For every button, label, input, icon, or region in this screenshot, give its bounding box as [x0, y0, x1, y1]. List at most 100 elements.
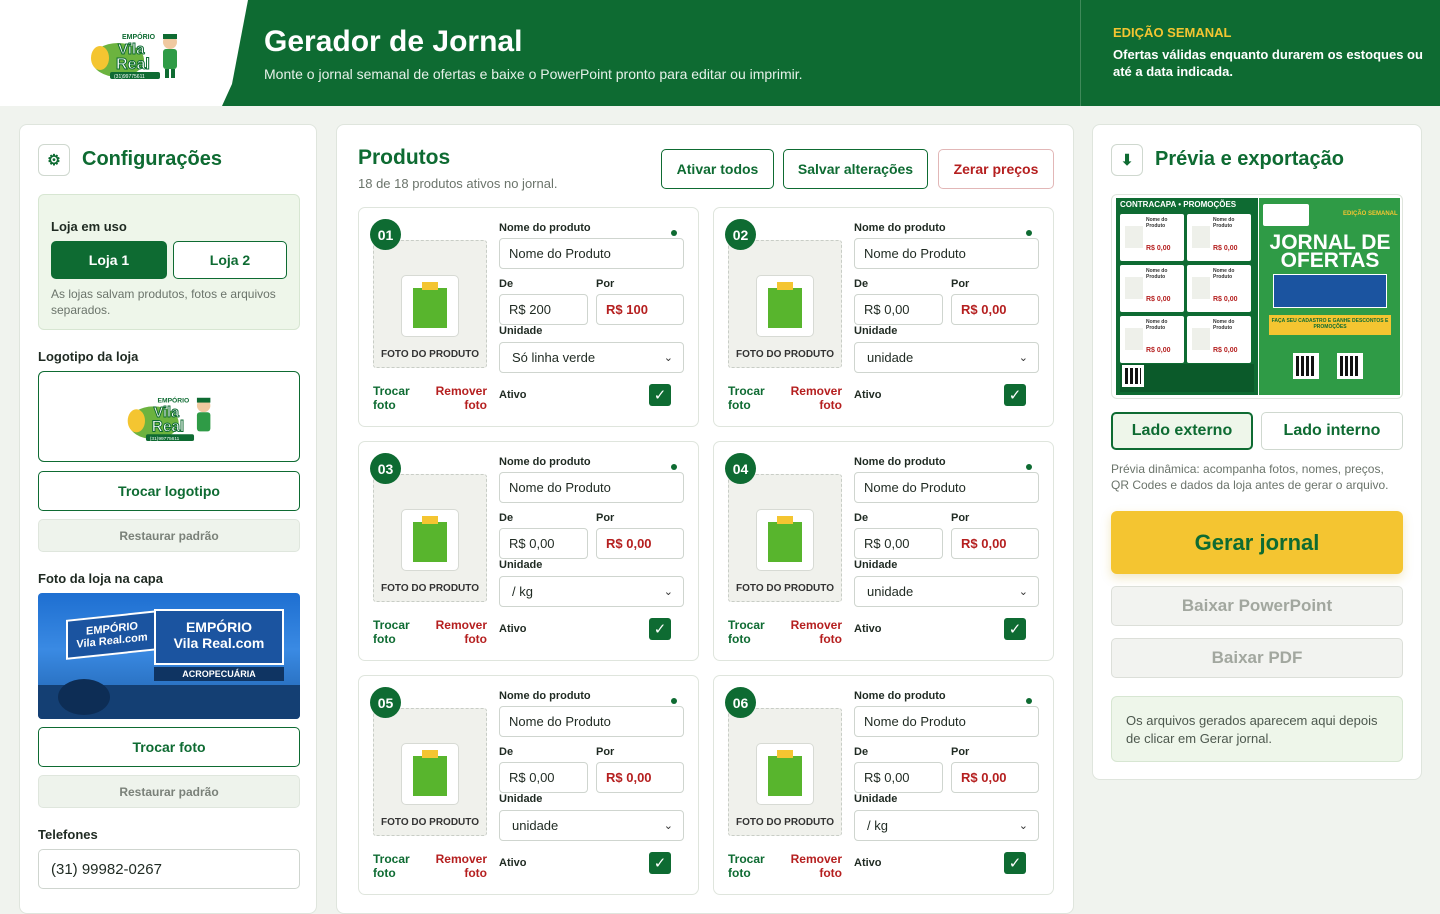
products-panel: Produtos 18 de 18 produtos ativos no jor… — [336, 124, 1074, 914]
store-2-button[interactable]: Loja 2 — [173, 241, 287, 279]
page-subtitle: Monte o jornal semanal de ofertas e baix… — [264, 66, 803, 82]
remove-product-photo-link[interactable]: Remover foto — [782, 852, 842, 880]
unit-select[interactable]: unidade ⌄ — [499, 810, 684, 841]
download-ppt-button[interactable]: Baixar PowerPoint — [1111, 586, 1403, 626]
product-image-icon — [756, 743, 814, 805]
product-image-icon — [756, 509, 814, 571]
product-image-icon — [401, 275, 459, 337]
page-title: Gerador de Jornal — [264, 25, 523, 58]
active-label: Ativo — [854, 389, 882, 401]
status-dot — [1026, 230, 1032, 236]
unit-select[interactable]: Só linha verde ⌄ — [499, 342, 684, 373]
swap-product-photo-link[interactable]: Trocar foto — [373, 384, 433, 412]
generate-button[interactable]: Gerar jornal — [1111, 511, 1403, 574]
active-checkbox[interactable]: ✓ — [649, 618, 671, 640]
active-checkbox[interactable]: ✓ — [649, 852, 671, 874]
product-photo[interactable]: FOTO DO PRODUTO — [373, 708, 487, 836]
unit-label: Unidade — [499, 559, 543, 571]
chevron-down-icon: ⌄ — [1018, 586, 1028, 598]
save-changes-button[interactable]: Salvar alterações — [783, 149, 928, 189]
unit-select[interactable]: / kg ⌄ — [854, 810, 1039, 841]
preview-panel: ⬇ Prévia e exportação CONTRACAPA • PROMO… — [1092, 124, 1422, 780]
unit-select-value: / kg — [512, 584, 533, 599]
swap-product-photo-link[interactable]: Trocar foto — [728, 852, 788, 880]
product-number: 04 — [725, 453, 756, 484]
unit-select[interactable]: unidade ⌄ — [854, 342, 1039, 373]
to-price-label: Por — [596, 278, 615, 290]
product-name-input[interactable]: Nome do Produto — [499, 472, 684, 503]
chevron-down-icon: ⌄ — [663, 586, 673, 598]
remove-product-photo-link[interactable]: Remover foto — [782, 618, 842, 646]
to-price-input[interactable]: R$ 0,00 — [951, 528, 1039, 559]
product-photo[interactable]: FOTO DO PRODUTO — [728, 474, 842, 602]
store-1-button[interactable]: Loja 1 — [51, 241, 167, 279]
product-photo[interactable]: FOTO DO PRODUTO — [373, 240, 487, 368]
to-price-input[interactable]: R$ 0,00 — [596, 528, 684, 559]
active-checkbox[interactable]: ✓ — [1004, 618, 1026, 640]
svg-text:(31)99775611: (31)99775611 — [114, 74, 145, 80]
inner-side-toggle[interactable]: Lado interno — [1261, 412, 1403, 450]
swap-logo-button[interactable]: Trocar logotipo — [38, 471, 300, 511]
swap-product-photo-link[interactable]: Trocar foto — [373, 852, 433, 880]
product-name-input[interactable]: Nome do Produto — [854, 472, 1039, 503]
swap-product-photo-link[interactable]: Trocar foto — [728, 384, 788, 412]
to-price-input[interactable]: R$ 0,00 — [951, 294, 1039, 325]
active-checkbox[interactable]: ✓ — [1004, 852, 1026, 874]
restore-photo-button[interactable]: Restaurar padrão — [38, 775, 300, 808]
from-price-input[interactable]: R$ 0,00 — [854, 762, 943, 793]
to-price-input[interactable]: R$ 0,00 — [596, 762, 684, 793]
header-divider — [1080, 0, 1081, 106]
products-title: Produtos — [358, 146, 451, 169]
outer-side-toggle[interactable]: Lado externo — [1111, 412, 1253, 450]
activate-all-button[interactable]: Ativar todos — [661, 149, 774, 189]
from-price-label: De — [499, 746, 514, 758]
product-name-input[interactable]: Nome do Produto — [854, 238, 1039, 269]
reset-prices-button[interactable]: Zerar preços — [938, 149, 1054, 189]
from-price-input[interactable]: R$ 0,00 — [499, 762, 588, 793]
unit-select-value: unidade — [867, 584, 914, 599]
product-image-icon — [401, 509, 459, 571]
unit-select[interactable]: unidade ⌄ — [854, 576, 1039, 607]
product-photo[interactable]: FOTO DO PRODUTO — [728, 240, 842, 368]
name-label: Nome do produto — [854, 456, 946, 468]
preview-back-cover: CONTRACAPA • PROMOÇÕES Nome do Produto R$… — [1116, 198, 1258, 395]
phone-input[interactable]: (31) 99982-0267 — [38, 849, 300, 889]
active-label: Ativo — [854, 623, 882, 635]
from-price-input[interactable]: R$ 0,00 — [499, 528, 588, 559]
active-label: Ativo — [499, 857, 527, 869]
active-checkbox[interactable]: ✓ — [1004, 384, 1026, 406]
name-label: Nome do produto — [499, 456, 591, 468]
swap-photo-button[interactable]: Trocar foto — [38, 727, 300, 767]
name-label: Nome do produto — [854, 690, 946, 702]
from-price-input[interactable]: R$ 0,00 — [854, 528, 943, 559]
photo-placeholder-label: FOTO DO PRODUTO — [736, 817, 834, 828]
to-price-input[interactable]: R$ 100 — [596, 294, 684, 325]
logo-preview: EMPÓRIO Vila Real (31)99775611 — [38, 371, 300, 462]
unit-select[interactable]: / kg ⌄ — [499, 576, 684, 607]
product-card: FOTO DO PRODUTO 05 Trocar foto Remover foto… — [358, 675, 699, 895]
to-price-input[interactable]: R$ 0,00 — [951, 762, 1039, 793]
swap-product-photo-link[interactable]: Trocar foto — [373, 618, 433, 646]
product-photo[interactable]: FOTO DO PRODUTO — [373, 474, 487, 602]
from-price-input[interactable]: R$ 0,00 — [854, 294, 943, 325]
active-checkbox[interactable]: ✓ — [649, 384, 671, 406]
remove-product-photo-link[interactable]: Remover foto — [427, 618, 487, 646]
remove-product-photo-link[interactable]: Remover foto — [427, 852, 487, 880]
chevron-down-icon: ⌄ — [663, 820, 673, 832]
product-name-input[interactable]: Nome do Produto — [499, 706, 684, 737]
to-price-label: Por — [951, 512, 970, 524]
product-card: FOTO DO PRODUTO 01 Trocar foto Remover foto… — [358, 207, 699, 427]
swap-product-photo-link[interactable]: Trocar foto — [728, 618, 788, 646]
restore-logo-button[interactable]: Restaurar padrão — [38, 519, 300, 552]
product-name-input[interactable]: Nome do Produto — [499, 238, 684, 269]
product-name-input[interactable]: Nome do Produto — [854, 706, 1039, 737]
remove-product-photo-link[interactable]: Remover foto — [782, 384, 842, 412]
remove-product-photo-link[interactable]: Remover foto — [427, 384, 487, 412]
from-price-input[interactable]: R$ 200 — [499, 294, 588, 325]
unit-select-value: unidade — [512, 818, 559, 833]
from-price-label: De — [854, 278, 869, 290]
download-pdf-button[interactable]: Baixar PDF — [1111, 638, 1403, 678]
logo-area: EMPÓRIO Vila Real (31)99775611 — [0, 0, 248, 106]
product-photo[interactable]: FOTO DO PRODUTO — [728, 708, 842, 836]
generated-files-box: Os arquivos gerados aparecem aqui depois… — [1111, 696, 1403, 762]
